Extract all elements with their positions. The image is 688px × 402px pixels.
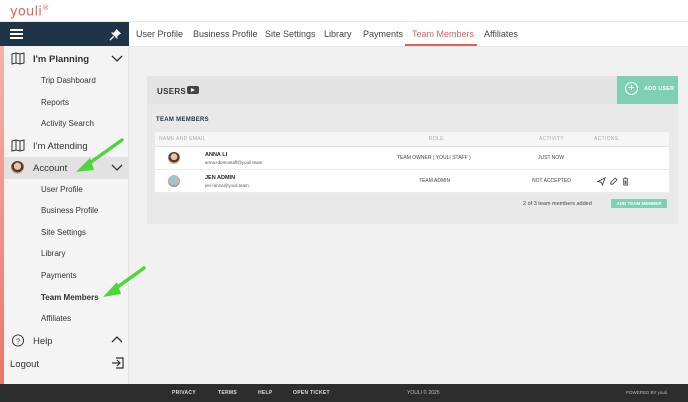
sidebar-item-label: I'm Attending xyxy=(33,141,88,152)
add-user-button[interactable]: + ADD USER xyxy=(617,76,678,104)
add-user-label: ADD USER xyxy=(644,86,675,92)
sidebar-item-payments[interactable]: Payments xyxy=(4,271,129,283)
sidebar-item-reports[interactable]: Reports xyxy=(4,98,129,110)
tab-team-members[interactable]: Team Members xyxy=(412,29,474,39)
users-title: USERS xyxy=(157,87,187,96)
sidebar-item-label: Affiliates xyxy=(41,314,72,323)
map-icon xyxy=(11,139,25,152)
sidebar-item-help[interactable]: ? Help xyxy=(4,330,129,352)
member-name: JEN ADMIN xyxy=(205,175,236,181)
footer: PRIVACY TERMS HELP OPEN TICKET YOULI © 2… xyxy=(0,384,688,402)
users-card-header: USERS + ADD USER xyxy=(147,76,678,104)
sidebar-item-label: Business Profile xyxy=(41,206,99,215)
sidebar-item-user-profile[interactable]: User Profile xyxy=(4,185,129,197)
sidebar-item-trip-dashboard[interactable]: Trip Dashboard xyxy=(4,76,129,88)
add-team-member-button[interactable]: ADD TEAM MEMBER xyxy=(611,199,667,208)
sidebar-item-business-profile[interactable]: Business Profile xyxy=(4,206,129,218)
sidebar-item-label: Team Members xyxy=(41,293,99,302)
sidebar-item-account[interactable]: Account xyxy=(4,157,129,179)
table-header: NAME AND EMAIL ROLE ACTIVITY ACTIONS xyxy=(155,132,669,147)
powered-by: POWERED BY youli xyxy=(626,390,667,395)
member-email: jen+anna@youli.team xyxy=(205,183,249,188)
trash-icon[interactable] xyxy=(621,177,630,186)
table-row: ANNA LI anna+demostaff@youli.team TEAM O… xyxy=(155,147,669,170)
users-card: USERS + ADD USER TEAM MEMBERS NAME AND E… xyxy=(147,76,678,224)
table-footer: 2 of 3 team members added ADD TEAM MEMBE… xyxy=(155,193,669,219)
plus-icon: + xyxy=(625,82,638,95)
member-role: TEAM OWNER ( YOULI STAFF ) xyxy=(397,155,471,161)
active-tab-underline xyxy=(405,44,477,46)
tab-site-settings[interactable]: Site Settings xyxy=(265,29,316,39)
sidebar-item-label: Logout xyxy=(10,359,40,370)
column-header-actions: ACTIONS xyxy=(594,136,619,142)
column-header-activity: ACTIVITY xyxy=(539,136,564,142)
tab-business-profile[interactable]: Business Profile xyxy=(193,29,258,39)
sidebar-item-label: Activity Search xyxy=(41,119,94,128)
brand-bar: youli® xyxy=(0,0,688,22)
tab-bar: User Profile Business Profile Site Setti… xyxy=(129,22,688,47)
sidebar-item-im-planning[interactable]: I'm Planning xyxy=(4,48,129,70)
team-members-table: NAME AND EMAIL ROLE ACTIVITY ACTIONS ANN… xyxy=(155,132,669,224)
table-row: JEN ADMIN jen+anna@youli.team TEAM ADMIN… xyxy=(155,170,669,193)
sidebar-item-label: I'm Planning xyxy=(33,54,90,65)
chevron-down-icon[interactable] xyxy=(111,52,123,64)
sidebar-header xyxy=(0,22,129,46)
sidebar-item-activity-search[interactable]: Activity Search xyxy=(4,119,129,131)
youli-logo[interactable]: youli® xyxy=(10,4,49,19)
sidebar-item-im-attending[interactable]: I'm Attending xyxy=(4,135,129,157)
send-icon[interactable] xyxy=(597,177,606,186)
sidebar: I'm Planning Trip Dashboard Reports Acti… xyxy=(0,22,129,384)
member-role: TEAM ADMIN xyxy=(419,178,451,184)
sidebar-item-label: Help xyxy=(33,336,53,347)
avatar xyxy=(168,152,180,164)
sidebar-item-affiliates[interactable]: Affiliates xyxy=(4,314,129,326)
team-members-title: TEAM MEMBERS xyxy=(156,117,209,123)
sidebar-item-logout[interactable]: Logout xyxy=(4,353,129,375)
main-content: USERS + ADD USER TEAM MEMBERS NAME AND E… xyxy=(129,47,688,384)
team-members-count: 2 of 3 team members added xyxy=(523,201,592,207)
sidebar-item-label: Account xyxy=(33,163,68,174)
pin-icon[interactable] xyxy=(109,28,122,41)
tab-user-profile[interactable]: User Profile xyxy=(136,29,183,39)
footer-link-privacy[interactable]: PRIVACY xyxy=(172,390,196,396)
footer-copyright: YOULI © 2025 xyxy=(407,390,440,396)
tab-payments[interactable]: Payments xyxy=(363,29,403,39)
video-icon[interactable] xyxy=(187,86,199,94)
sidebar-item-label: Payments xyxy=(41,271,77,280)
chevron-up-icon[interactable] xyxy=(111,334,123,346)
footer-link-terms[interactable]: TERMS xyxy=(218,390,237,396)
avatar xyxy=(168,175,180,187)
sidebar-item-label: User Profile xyxy=(41,185,83,194)
footer-link-open-ticket[interactable]: OPEN TICKET xyxy=(293,390,330,396)
hamburger-menu-icon[interactable] xyxy=(10,29,23,39)
member-activity: NOT ACCEPTED xyxy=(532,178,571,184)
member-activity: JUST NOW xyxy=(538,155,565,161)
sidebar-item-label: Trip Dashboard xyxy=(41,76,96,85)
sidebar-item-team-members[interactable]: Team Members xyxy=(4,293,129,305)
edit-pencil-icon[interactable] xyxy=(609,177,618,186)
avatar xyxy=(11,161,24,174)
tab-library[interactable]: Library xyxy=(324,29,352,39)
sidebar-item-label: Library xyxy=(41,249,66,258)
sidebar-item-library[interactable]: Library xyxy=(4,249,129,261)
member-email: anna+demostaff@youli.team xyxy=(205,160,263,165)
svg-text:?: ? xyxy=(16,336,20,345)
column-header-name: NAME AND EMAIL xyxy=(159,136,206,142)
map-icon xyxy=(11,52,25,65)
footer-link-help[interactable]: HELP xyxy=(258,390,273,396)
member-name: ANNA LI xyxy=(205,152,228,158)
sidebar-item-site-settings[interactable]: Site Settings xyxy=(4,228,129,240)
help-icon: ? xyxy=(11,334,25,347)
sidebar-item-label: Reports xyxy=(41,98,70,107)
logout-icon[interactable] xyxy=(111,356,125,370)
tab-affiliates[interactable]: Affiliates xyxy=(484,29,518,39)
sidebar-item-label: Site Settings xyxy=(41,228,86,237)
chevron-down-icon[interactable] xyxy=(111,161,123,173)
column-header-role: ROLE xyxy=(429,136,444,142)
